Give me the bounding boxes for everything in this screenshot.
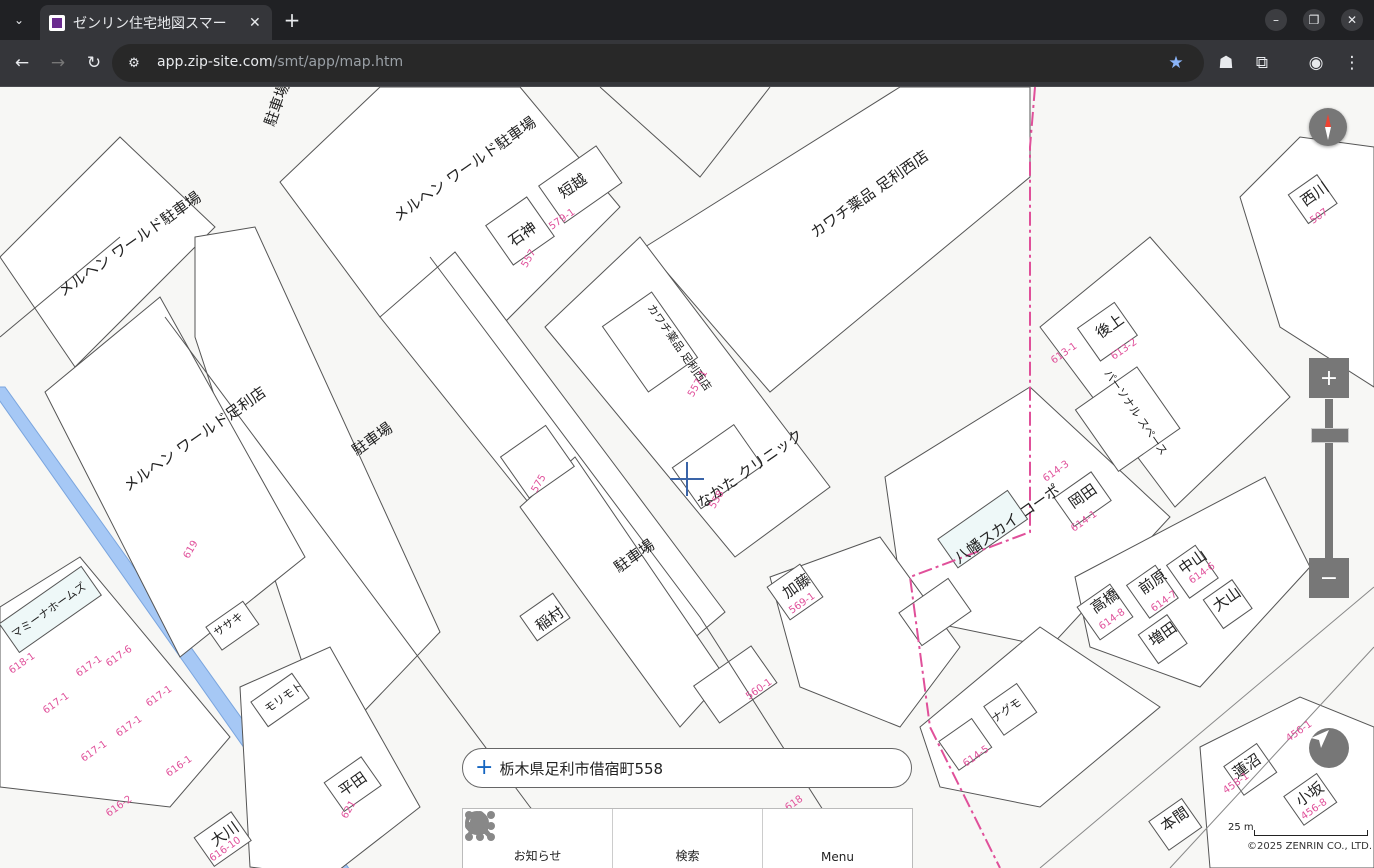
block-far-right: [1239, 136, 1374, 388]
zoom-out-button[interactable]: −: [1309, 558, 1349, 598]
scale-bar: 25 m: [1228, 822, 1368, 836]
back-icon[interactable]: ←: [10, 51, 34, 75]
scale-label: 25 m: [1228, 822, 1254, 833]
address-display[interactable]: + 栃木県足利市借宿町558: [462, 748, 912, 788]
profile-icon[interactable]: ◉: [1304, 51, 1328, 75]
current-location-button[interactable]: [1309, 728, 1349, 768]
tab-close-icon[interactable]: ✕: [249, 15, 261, 31]
bottom-navigation: お知らせ 検索 Menu: [462, 808, 913, 868]
extensions-puzzle-icon[interactable]: ⧉: [1250, 51, 1274, 75]
close-window-button[interactable]: ✕: [1341, 9, 1363, 31]
active-tab[interactable]: ゼンリン住宅地図スマー ✕: [40, 5, 272, 40]
search-button[interactable]: 検索: [465, 809, 763, 868]
menu-button[interactable]: Menu: [465, 809, 912, 868]
new-tab-button[interactable]: +: [280, 8, 304, 32]
map-canvas[interactable]: メルヘン ワールド駐車場 メルヘン ワールド駐車場 駐車場 短越 石神 カワチ薬…: [0, 87, 1374, 868]
zoom-slider-handle[interactable]: [1311, 428, 1349, 443]
forward-icon[interactable]: →: [46, 51, 70, 75]
notifications-label: お知らせ: [513, 849, 562, 863]
tab-title: ゼンリン住宅地図スマー: [73, 15, 227, 32]
site-favicon-icon: [49, 14, 65, 31]
bookmark-star-icon[interactable]: ★: [1164, 51, 1188, 75]
reload-icon[interactable]: ↻: [82, 51, 106, 75]
url-text: app.zip-site.com/smt/app/map.htm: [157, 54, 403, 70]
address-text: 栃木県足利市借宿町558: [499, 759, 664, 778]
crosshair-plus-icon: +: [475, 755, 494, 780]
zoom-slider-track[interactable]: [1325, 399, 1333, 559]
browser-toolbar: ← → ↻ ⚙ app.zip-site.com/smt/app/map.htm…: [0, 40, 1374, 87]
search-label: 検索: [675, 849, 700, 863]
compass-icon[interactable]: [1309, 108, 1347, 146]
menu-label: Menu: [821, 850, 854, 864]
tab-search-button[interactable]: ⌄: [6, 8, 32, 32]
url-host: app.zip-site.com: [157, 54, 273, 70]
address-bar[interactable]: ⚙ app.zip-site.com/smt/app/map.htm ★: [112, 44, 1204, 82]
zoom-in-button[interactable]: +: [1309, 358, 1349, 398]
scale-line: [1254, 830, 1368, 836]
site-info-icon[interactable]: ⚙: [122, 51, 146, 75]
chevron-down-icon: ⌄: [13, 13, 25, 27]
copyright: ©2025 ZENRIN CO., LTD.: [1247, 841, 1372, 852]
more-menu-icon[interactable]: ⋮: [1340, 51, 1364, 75]
location-arrow-icon: [1311, 730, 1329, 748]
url-path: /smt/app/map.htm: [272, 54, 404, 70]
extension-icon[interactable]: ☗: [1214, 51, 1238, 75]
tab-strip: ⌄ ゼンリン住宅地図スマー ✕ + – ❐ ✕: [0, 0, 1374, 40]
minimize-button[interactable]: –: [1265, 9, 1287, 31]
maximize-button[interactable]: ❐: [1303, 9, 1325, 31]
